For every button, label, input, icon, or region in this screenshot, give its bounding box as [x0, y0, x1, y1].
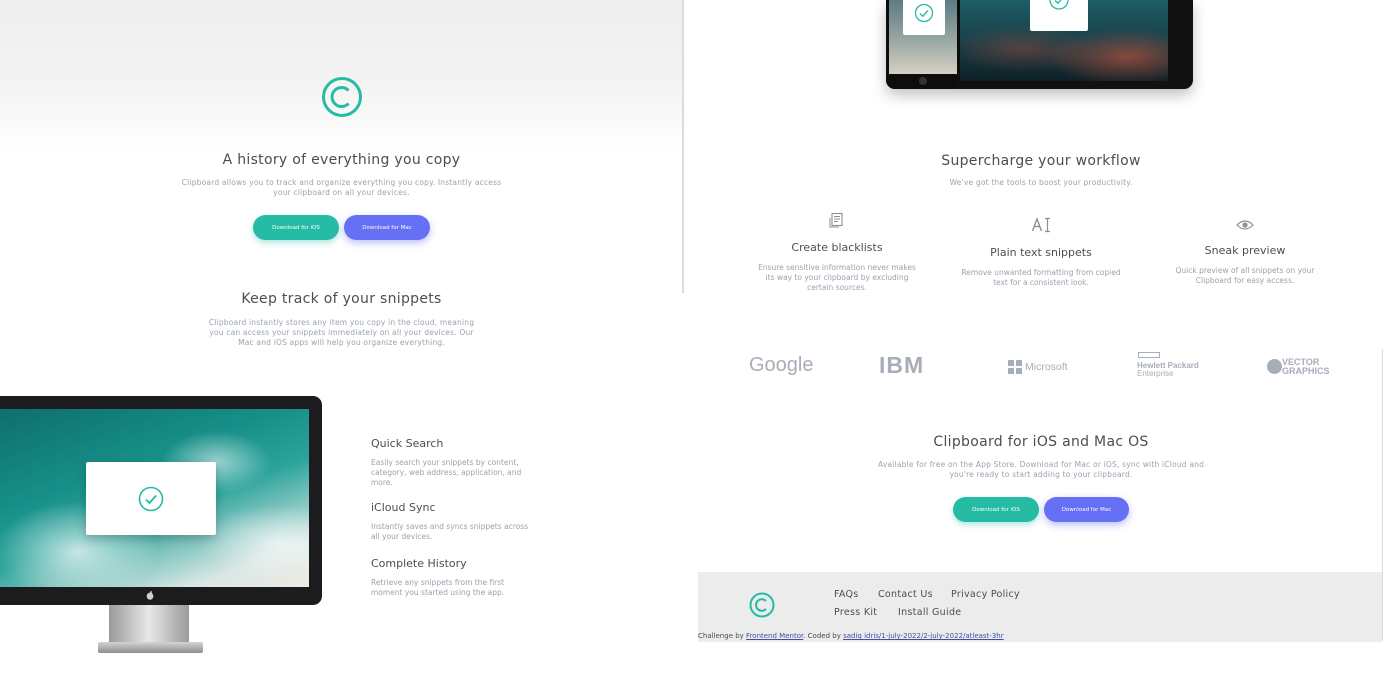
- footer-link-install-guide[interactable]: Install Guide: [898, 607, 961, 618]
- vector-logo-line2: GRAPHICS: [1282, 366, 1330, 376]
- coded-by-text: . Coded by: [803, 632, 841, 640]
- cta-download-mac-button[interactable]: Download for Mac: [1044, 497, 1129, 522]
- google-logo: Google: [749, 354, 814, 376]
- check-icon: [1049, 0, 1069, 10]
- hero-description-line1: Clipboard allows you to track and organi…: [181, 178, 502, 187]
- feature-text: all your devices.: [371, 532, 433, 541]
- vector-graphics-logo-icon: [1267, 359, 1282, 374]
- attribution: Challenge by Frontend Mentor. Coded by s…: [698, 632, 1004, 640]
- footer-link-privacy[interactable]: Privacy Policy: [951, 589, 1020, 600]
- feature-text: Instantly saves and syncs snippets acros…: [371, 522, 529, 531]
- check-icon: [914, 3, 934, 23]
- snippets-line3: Mac and iOS apps will help you organize …: [238, 338, 445, 347]
- snippets-line2: you can access your snippets immediately…: [209, 328, 474, 337]
- features-list: Quick Search Easily search your snippets…: [371, 437, 551, 598]
- footer: FAQs Contact Us Privacy Policy Press Kit…: [698, 572, 1382, 642]
- text-format-icon: [1031, 217, 1050, 233]
- cta-line1: Available for free on the App Store. Dow…: [877, 460, 1205, 469]
- check-icon: [138, 486, 164, 512]
- workflow-item-title: Create blacklists: [791, 241, 883, 254]
- desktop-monitor-image: [0, 396, 322, 658]
- right-edge-divider: [1382, 349, 1383, 641]
- monitor-base: [98, 642, 203, 653]
- feature-title-complete-history: Complete History: [371, 557, 467, 570]
- feature-text: more.: [371, 478, 393, 487]
- hero-title: A history of everything you copy: [222, 152, 461, 168]
- download-ios-button[interactable]: Download for iOS: [253, 215, 339, 240]
- feature-text: Retrieve any snippets from the first: [371, 578, 505, 587]
- footer-link-press-kit[interactable]: Press Kit: [834, 607, 877, 618]
- download-mac-button[interactable]: Download for Mac: [344, 215, 430, 240]
- devices-image: [886, 0, 1194, 90]
- workflow-item-text: text for a consistent look.: [993, 278, 1089, 287]
- workflow-item-text: Remove unwanted formatting from copied: [961, 268, 1121, 277]
- cta-line2: you're ready to start adding to your cli…: [949, 470, 1133, 479]
- snippets-title: Keep track of your snippets: [241, 291, 442, 307]
- monitor-stand: [109, 605, 189, 645]
- clipboard-logo-icon: [322, 77, 362, 117]
- cta-download-ios-button[interactable]: Download for iOS: [953, 497, 1039, 522]
- workflow-item-text: certain sources.: [807, 283, 867, 292]
- column-divider: [682, 0, 684, 293]
- author-link[interactable]: sadiq idris/1-july-2022/2-july-2022/atle…: [843, 632, 1004, 640]
- workflow-title: Supercharge your workflow: [941, 153, 1141, 169]
- footer-link-faqs[interactable]: FAQs: [834, 589, 859, 600]
- workflow-item-text: its way to your clipboard by excluding: [765, 273, 909, 282]
- feature-text: category, web address, application, and: [371, 468, 522, 477]
- workflow-item-text: Ensure sensitive information never makes: [758, 263, 916, 272]
- frontend-mentor-link[interactable]: Frontend Mentor: [746, 632, 803, 640]
- feature-title-icloud-sync: iCloud Sync: [371, 501, 436, 514]
- workflow-item-title: Sneak preview: [1204, 244, 1286, 257]
- attribution-prefix: Challenge by: [698, 632, 744, 640]
- cta-title: Clipboard for iOS and Mac OS: [933, 434, 1149, 450]
- feature-title-quick-search: Quick Search: [371, 437, 444, 450]
- hp-logo: Hewlett Packard Enterprise: [1137, 362, 1199, 378]
- apple-logo-icon: [146, 591, 154, 600]
- blacklist-icon: [829, 212, 843, 228]
- ibm-logo: IBM: [879, 352, 925, 378]
- workflow-item-text: Clipboard for easy access.: [1195, 276, 1295, 285]
- feature-text: Easily search your snippets by content,: [371, 458, 519, 467]
- workflow-item-text: Quick preview of all snippets on your: [1175, 266, 1315, 275]
- footer-link-contact[interactable]: Contact Us: [878, 589, 933, 600]
- hp-logo-line2: Enterprise: [1137, 369, 1174, 378]
- workflow-item-title: Plain text snippets: [990, 246, 1092, 259]
- snippets-line1: Clipboard instantly stores any item you …: [208, 318, 475, 327]
- hp-logo-bar: [1138, 352, 1160, 358]
- hero-description-line2: your clipboard on all your devices.: [273, 188, 410, 197]
- hero-background: [0, 0, 683, 150]
- microsoft-logo-icon: [1008, 360, 1022, 374]
- feature-text: moment you started using the app.: [371, 588, 505, 597]
- vector-graphics-logo: VECTOR GRAPHICS: [1282, 358, 1330, 376]
- footer-logo-icon[interactable]: [749, 592, 775, 618]
- workflow-subtitle: We've got the tools to boost your produc…: [949, 178, 1133, 187]
- microsoft-logo: Microsoft: [1025, 361, 1068, 373]
- eye-icon: [1236, 220, 1254, 230]
